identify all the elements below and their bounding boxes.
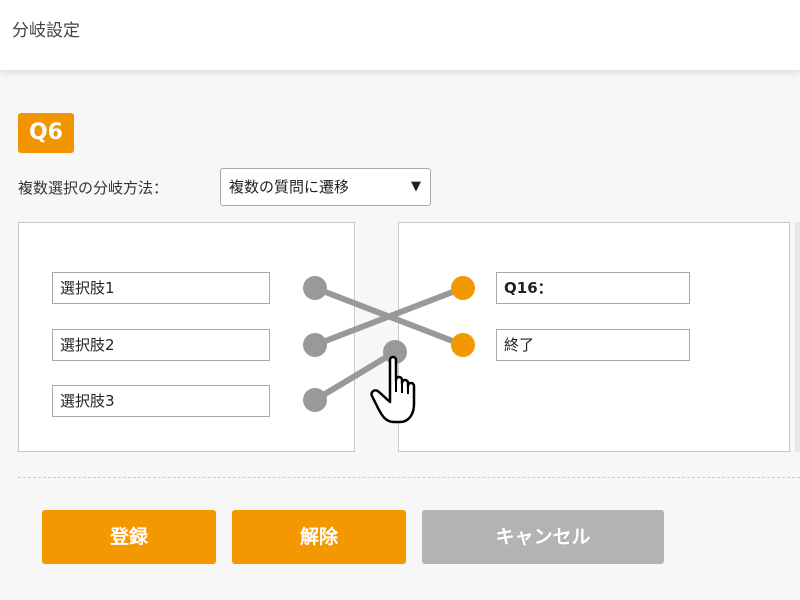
choice-1-connector-dot[interactable] <box>303 276 327 300</box>
page-title: 分岐設定 <box>12 21 80 41</box>
page-header: 分岐設定 <box>0 0 800 70</box>
cancel-button[interactable]: キャンセル <box>422 510 664 564</box>
section-divider <box>18 477 800 478</box>
choice-3-connector-dot[interactable] <box>303 388 327 412</box>
hand-pointer-icon <box>370 355 416 424</box>
connection-line-choice3-dragging[interactable] <box>313 349 397 403</box>
release-button[interactable]: 解除 <box>232 510 406 564</box>
target-q16-connector-dot[interactable] <box>451 276 475 300</box>
register-button[interactable]: 登録 <box>42 510 216 564</box>
target-end-connector-dot[interactable] <box>451 333 475 357</box>
choice-2-connector-dot[interactable] <box>303 333 327 357</box>
